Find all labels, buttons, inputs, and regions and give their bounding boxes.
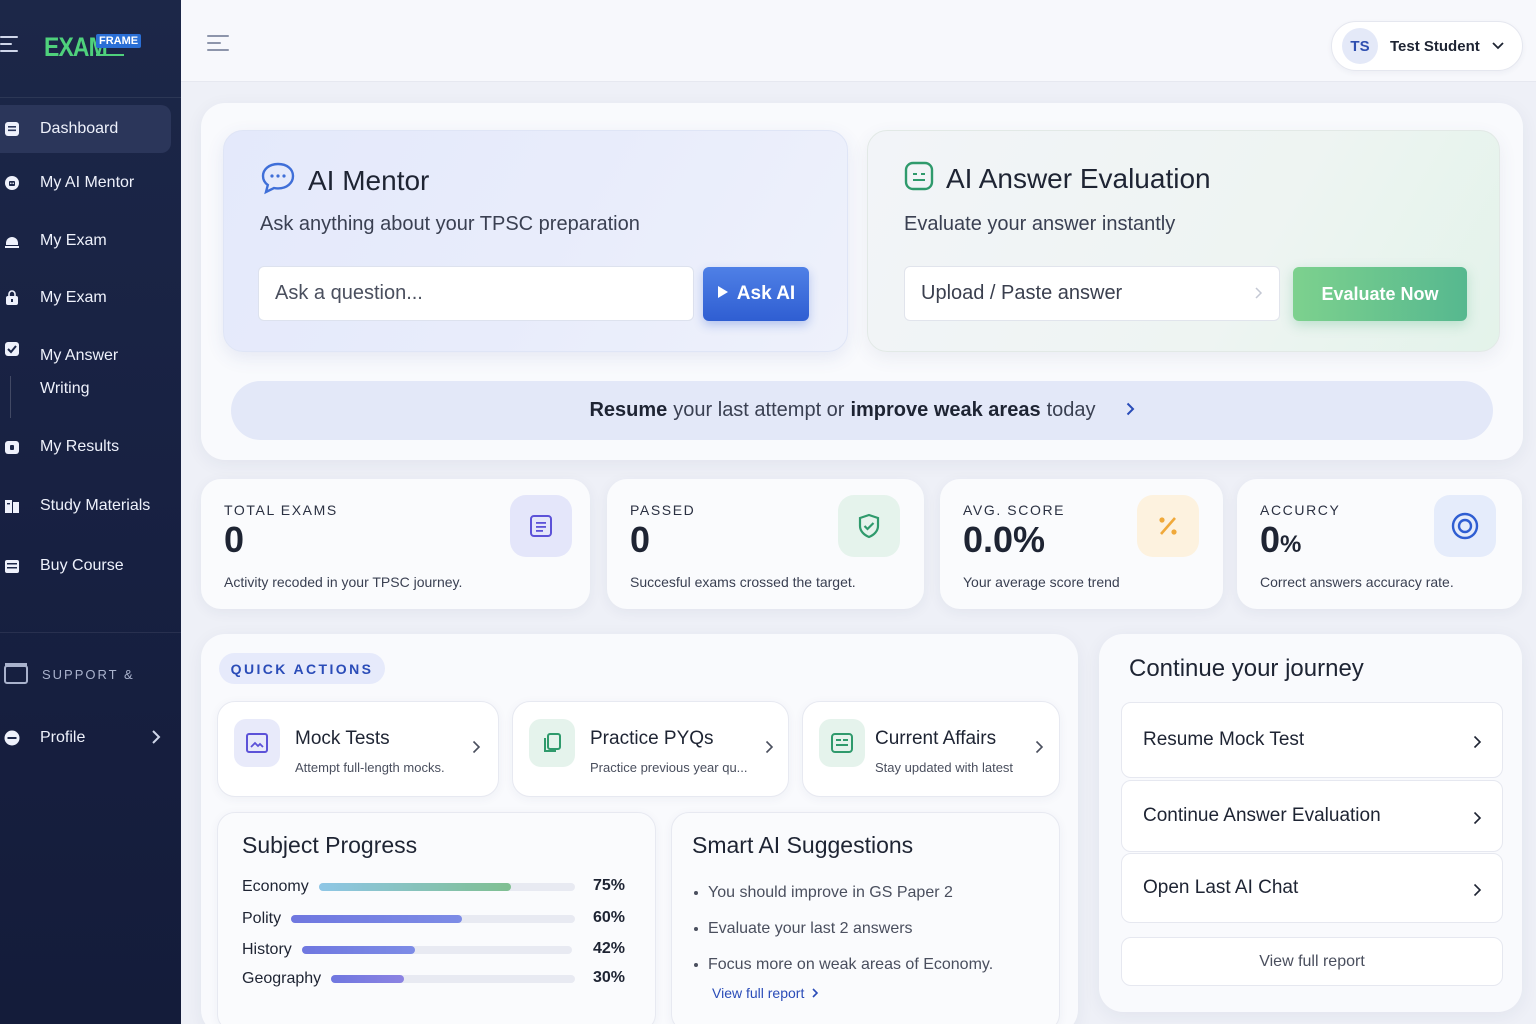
ai-mentor-subtitle: Ask anything about your TPSC preparation <box>260 213 640 235</box>
chevron-right-icon <box>1473 809 1482 831</box>
evaluation-icon <box>904 161 934 196</box>
sidebar: EXAM FRAME Dashboard My AI Mentor My Exa… <box>0 0 181 1024</box>
book-icon <box>4 498 20 514</box>
menu-icon[interactable] <box>207 35 231 53</box>
chevron-down-icon <box>1492 37 1504 55</box>
chevron-right-icon <box>765 740 774 759</box>
continue-answer-evaluation-item[interactable]: Continue Answer Evaluation <box>1121 780 1503 852</box>
cart-icon <box>4 558 20 574</box>
open-last-ai-chat-item[interactable]: Open Last AI Chat <box>1121 853 1503 923</box>
robot-icon <box>4 175 20 191</box>
current-affairs-card[interactable]: Current Affairs Stay updated with latest <box>802 701 1060 797</box>
ai-evaluation-title: AI Answer Evaluation <box>946 162 1211 194</box>
support-icon <box>4 662 28 687</box>
progress-bar <box>318 883 575 891</box>
suggestions-list: You should improve in GS Paper 2 Evaluat… <box>694 875 993 983</box>
sidebar-item-results[interactable]: My Results <box>0 423 171 471</box>
user-menu[interactable]: TS Test Student <box>1331 21 1523 71</box>
sidebar-item-study-materials[interactable]: Study Materials <box>0 482 171 530</box>
percent-icon <box>1137 495 1199 557</box>
results-icon <box>4 439 20 455</box>
profile-icon <box>4 730 20 746</box>
document-icon <box>510 495 572 557</box>
progress-bar <box>291 915 576 923</box>
lock-icon <box>4 290 20 306</box>
target-icon <box>1434 495 1496 557</box>
exam-icon <box>4 233 20 249</box>
progress-row-history: History <box>242 939 572 961</box>
chevron-right-icon <box>1473 881 1482 903</box>
logo: EXAM FRAME <box>44 30 144 62</box>
progress-bar <box>301 946 572 954</box>
ai-evaluation-subtitle: Evaluate your answer instantly <box>904 213 1176 235</box>
sidebar-item-my-exam-2[interactable]: My Exam <box>0 274 171 322</box>
upload-answer-field[interactable]: Upload / Paste answer <box>904 266 1280 321</box>
sidebar-item-buy-course[interactable]: Buy Course <box>0 542 171 590</box>
mock-tests-card[interactable]: Mock Tests Attempt full-length mocks. <box>217 701 499 797</box>
sidebar-item-profile[interactable]: Profile <box>0 714 171 762</box>
progress-row-geography: Geography <box>242 968 576 990</box>
image-icon <box>234 719 280 767</box>
chat-bubble-icon <box>260 161 296 200</box>
check-square-icon <box>4 341 20 357</box>
sidebar-collapse-icon[interactable] <box>0 36 20 54</box>
progress-row-economy: Economy <box>242 876 575 898</box>
chevron-right-icon <box>1255 282 1263 305</box>
subject-progress-card: Subject Progress Economy 75% Polity 60% … <box>217 812 656 1024</box>
sidebar-item-ai-mentor[interactable]: My AI Mentor <box>0 159 171 207</box>
stat-passed: PASSED 0 Succesful exams crossed the tar… <box>607 479 924 609</box>
list-item: You should improve in GS Paper 2 <box>694 875 993 911</box>
view-full-report-link[interactable]: View full report <box>712 985 819 1001</box>
chevron-right-icon <box>812 985 819 1001</box>
stat-avg-score: AVG. SCORE 0.0% Your average score trend <box>940 479 1223 609</box>
stat-total-exams: TOTAL EXAMS 0 Activity recoded in your T… <box>201 479 590 609</box>
view-full-report-button[interactable]: View full report <box>1121 937 1503 986</box>
sidebar-item-answer-writing[interactable]: My Answer Writing <box>0 337 171 417</box>
top-bar: TS Test Student <box>181 0 1536 82</box>
list-item: Evaluate your last 2 answers <box>694 911 993 947</box>
ai-mentor-title: AI Mentor <box>308 164 430 196</box>
practice-pyqs-card[interactable]: Practice PYQs Practice previous year qu.… <box>512 701 789 797</box>
list-item: Focus more on weak areas of Economy. <box>694 947 993 983</box>
ai-suggestions-card: Smart AI Suggestions You should improve … <box>671 812 1060 1024</box>
chevron-right-icon <box>472 740 481 759</box>
support-section[interactable]: SUPPORT & <box>4 662 135 687</box>
progress-bar <box>331 975 576 983</box>
copy-icon <box>529 719 575 767</box>
dashboard-icon <box>4 121 20 137</box>
quick-actions-badge: QUICK ACTIONS <box>219 653 385 684</box>
ask-question-input[interactable] <box>258 266 694 321</box>
chevron-right-icon <box>1473 733 1482 755</box>
journey-title: Continue your journey <box>1129 655 1364 682</box>
ask-ai-button[interactable]: Ask AI <box>703 267 809 321</box>
user-name: Test Student <box>1390 37 1480 55</box>
stat-accuracy: ACCURCY 0% Correct answers accuracy rate… <box>1237 479 1522 609</box>
progress-row-polity: Polity <box>242 908 576 930</box>
news-icon <box>819 719 865 767</box>
ai-mentor-card: AI Mentor Ask anything about your TPSC p… <box>223 130 848 352</box>
chevron-right-icon <box>151 729 161 750</box>
evaluate-now-button[interactable]: Evaluate Now <box>1293 267 1467 321</box>
chevron-right-icon <box>1035 740 1044 759</box>
resume-mock-test-item[interactable]: Resume Mock Test <box>1121 702 1503 778</box>
resume-banner[interactable]: Resume your last attempt or improve weak… <box>231 381 1493 440</box>
check-shield-icon <box>838 495 900 557</box>
play-icon <box>717 283 729 305</box>
ai-evaluation-card: AI Answer Evaluation Evaluate your answe… <box>867 130 1500 352</box>
avatar: TS <box>1342 28 1378 64</box>
sidebar-item-my-exam[interactable]: My Exam <box>0 217 171 265</box>
sidebar-header: EXAM FRAME <box>0 0 181 92</box>
sidebar-item-dashboard[interactable]: Dashboard <box>0 105 171 153</box>
chevron-right-icon <box>1126 399 1135 422</box>
